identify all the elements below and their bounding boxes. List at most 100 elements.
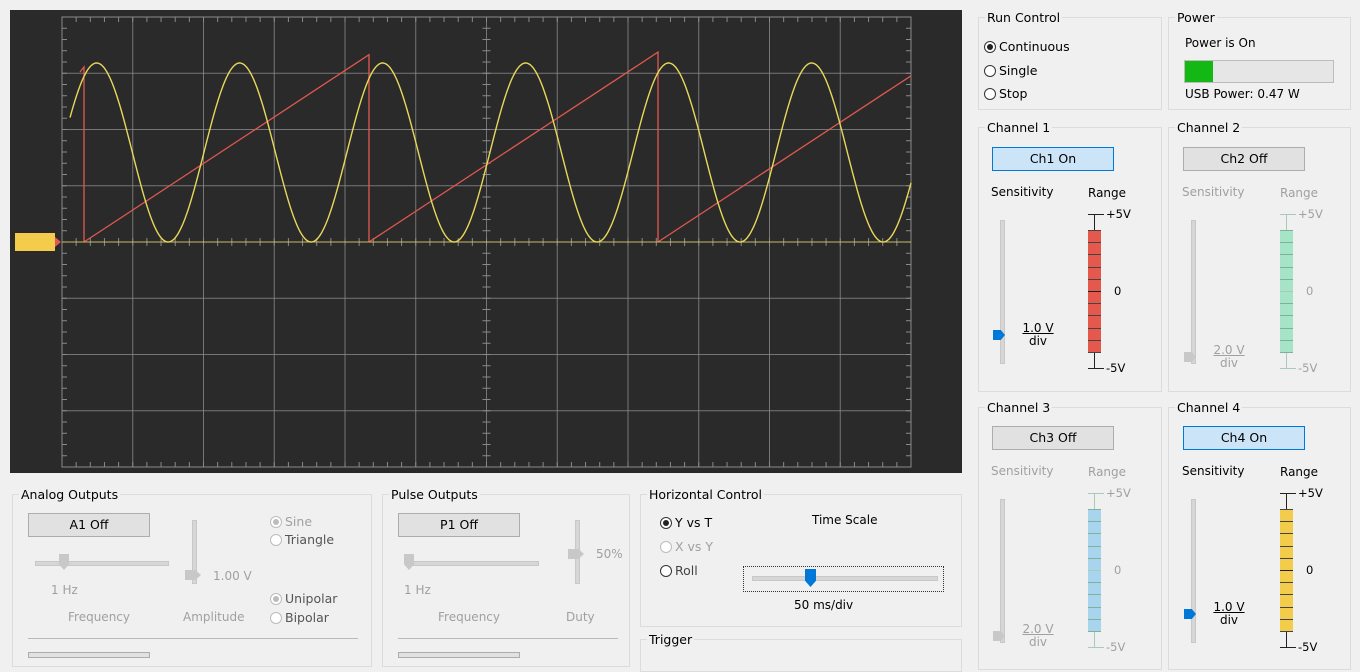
range-label-mid: 0 bbox=[1114, 563, 1122, 577]
range-cap-tick bbox=[1280, 291, 1293, 292]
range-tick bbox=[1088, 557, 1101, 559]
range-tick bbox=[1280, 254, 1293, 256]
waveform-sine-radio[interactable]: Sine bbox=[270, 514, 312, 529]
radio-dot bbox=[984, 40, 996, 53]
pulse-duty-value: 50% bbox=[596, 547, 623, 561]
mode-roll-radio[interactable]: Roll bbox=[660, 563, 698, 578]
radio-label: Roll bbox=[675, 563, 698, 578]
analog-frequency-slider[interactable] bbox=[35, 561, 169, 566]
radio-label: Continuous bbox=[999, 39, 1070, 54]
trigger-group: Trigger bbox=[640, 632, 962, 672]
pulse-duty-label: Duty bbox=[566, 610, 595, 624]
radio-dot bbox=[660, 516, 672, 529]
range-tick bbox=[1280, 557, 1293, 559]
range-tick bbox=[1088, 582, 1101, 584]
range-cap-tick bbox=[1088, 291, 1101, 292]
ch4-toggle-button[interactable]: Ch4 On bbox=[1183, 426, 1305, 450]
ch2-sensitivity-value: 2.0 V div bbox=[1209, 344, 1249, 370]
mode-yvst-radio[interactable]: Y vs T bbox=[660, 515, 712, 530]
radio-dot bbox=[660, 540, 672, 553]
polarity-bipolar-radio[interactable]: Bipolar bbox=[270, 610, 329, 625]
channel3-title: Channel 3 bbox=[987, 400, 1051, 415]
pulse-frequency-slider[interactable] bbox=[405, 561, 539, 566]
range-tick bbox=[1088, 533, 1101, 535]
range-tick bbox=[1280, 606, 1293, 608]
range-label-mid: 0 bbox=[1306, 563, 1314, 577]
range-tick bbox=[1280, 303, 1293, 305]
range-tick bbox=[1280, 266, 1293, 268]
time-scale-slider[interactable] bbox=[752, 576, 938, 581]
run-stop-radio[interactable]: Stop bbox=[984, 86, 1027, 101]
ch2-range-label: Range bbox=[1280, 186, 1319, 200]
ch1-range-label: Range bbox=[1088, 186, 1127, 200]
radio-dot bbox=[270, 515, 282, 528]
ch3-sens-unit: div bbox=[1028, 635, 1048, 649]
range-tick bbox=[1088, 266, 1101, 268]
power-status-text: Power is On bbox=[1185, 36, 1256, 50]
pulse-outputs-title: Pulse Outputs bbox=[391, 487, 478, 502]
range-tick bbox=[1280, 521, 1293, 523]
range-tick bbox=[1280, 230, 1293, 231]
range-tick bbox=[1280, 327, 1293, 329]
range-tick bbox=[1088, 339, 1101, 341]
ch1-range-meter: +5V 0 -5V bbox=[1088, 207, 1148, 375]
analog-amplitude-label: Amplitude bbox=[183, 610, 245, 624]
radio-label: Triangle bbox=[285, 532, 335, 547]
radio-label: Unipolar bbox=[285, 591, 338, 606]
ch3-toggle-button[interactable]: Ch3 Off bbox=[992, 426, 1114, 450]
range-tick bbox=[1280, 533, 1293, 535]
usb-power-text: USB Power: 0.47 W bbox=[1185, 87, 1300, 101]
waveform-triangle-radio[interactable]: Triangle bbox=[270, 532, 334, 547]
range-tick bbox=[1088, 618, 1101, 620]
radio-dot bbox=[270, 533, 282, 546]
ch1-sens-unit: div bbox=[1028, 334, 1048, 348]
trigger-level-marker[interactable] bbox=[15, 233, 55, 251]
range-label-top: +5V bbox=[1298, 486, 1323, 500]
a1-toggle-button[interactable]: A1 Off bbox=[28, 513, 150, 537]
run-single-radio[interactable]: Single bbox=[984, 63, 1037, 78]
range-cap-tick bbox=[1088, 493, 1104, 494]
p1-toggle-button[interactable]: P1 Off bbox=[398, 513, 520, 537]
range-tick bbox=[1088, 327, 1101, 329]
analog-frequency-value: 1 Hz bbox=[51, 583, 78, 597]
ch4-sensitivity-slider[interactable] bbox=[1191, 499, 1196, 643]
polarity-unipolar-radio[interactable]: Unipolar bbox=[270, 591, 337, 606]
analog-outputs-title: Analog Outputs bbox=[21, 487, 119, 502]
power-meter-fill bbox=[1185, 61, 1214, 82]
radio-label: Single bbox=[999, 63, 1038, 78]
range-tick bbox=[1280, 339, 1293, 341]
p2-toggle-button-partial[interactable] bbox=[398, 652, 520, 658]
radio-dot bbox=[270, 592, 282, 605]
ch2-sensitivity-slider[interactable] bbox=[1191, 220, 1196, 364]
range-tick bbox=[1088, 303, 1101, 305]
range-cap-tick bbox=[1280, 368, 1296, 369]
trigger-title: Trigger bbox=[649, 632, 693, 647]
range-tick bbox=[1088, 242, 1101, 244]
ch3-sensitivity-slider[interactable] bbox=[1000, 499, 1005, 643]
channel2-title: Channel 2 bbox=[1177, 120, 1241, 135]
range-cap-tick bbox=[1088, 214, 1104, 215]
ch2-range-meter: +5V 0 -5V bbox=[1280, 207, 1340, 375]
ch1-toggle-button[interactable]: Ch1 On bbox=[992, 147, 1114, 171]
range-tick bbox=[1280, 582, 1293, 584]
range-tick bbox=[1088, 594, 1101, 596]
ch2-toggle-button[interactable]: Ch2 Off bbox=[1183, 147, 1305, 171]
range-tick bbox=[1280, 594, 1293, 596]
range-cap-tick bbox=[1088, 368, 1104, 369]
ch1-sensitivity-slider[interactable] bbox=[1000, 220, 1005, 364]
mode-xvsy-radio[interactable]: X vs Y bbox=[660, 539, 713, 554]
range-tick bbox=[1280, 242, 1293, 244]
radio-label: X vs Y bbox=[675, 539, 714, 554]
range-tick bbox=[1280, 545, 1293, 547]
time-scale-label: Time Scale bbox=[812, 513, 878, 527]
ch4-sensitivity-label: Sensitivity bbox=[1182, 464, 1245, 478]
run-continuous-radio[interactable]: Continuous bbox=[984, 39, 1070, 54]
radio-dot bbox=[984, 64, 996, 77]
range-tick bbox=[1088, 352, 1101, 353]
a2-toggle-button-partial[interactable] bbox=[28, 652, 150, 658]
trigger-level-marker-tip bbox=[55, 237, 61, 247]
range-label-top: +5V bbox=[1106, 486, 1131, 500]
range-cap-tick bbox=[1088, 647, 1104, 648]
ch2-sensitivity-label: Sensitivity bbox=[1182, 185, 1245, 199]
sine-trace bbox=[69, 62, 912, 243]
